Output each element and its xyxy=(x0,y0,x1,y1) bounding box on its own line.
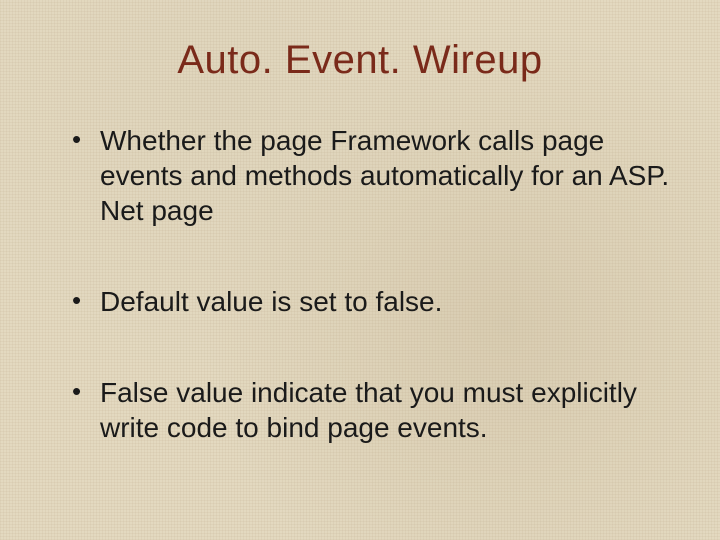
bullet-item: Whether the page Framework calls page ev… xyxy=(70,123,670,228)
slide-content: Whether the page Framework calls page ev… xyxy=(50,123,670,445)
bullet-item: Default value is set to false. xyxy=(70,284,670,319)
slide-title: Auto. Event. Wireup xyxy=(50,38,670,83)
bullet-item: False value indicate that you must expli… xyxy=(70,375,670,445)
slide: Auto. Event. Wireup Whether the page Fra… xyxy=(0,0,720,540)
bullet-list: Whether the page Framework calls page ev… xyxy=(70,123,670,445)
